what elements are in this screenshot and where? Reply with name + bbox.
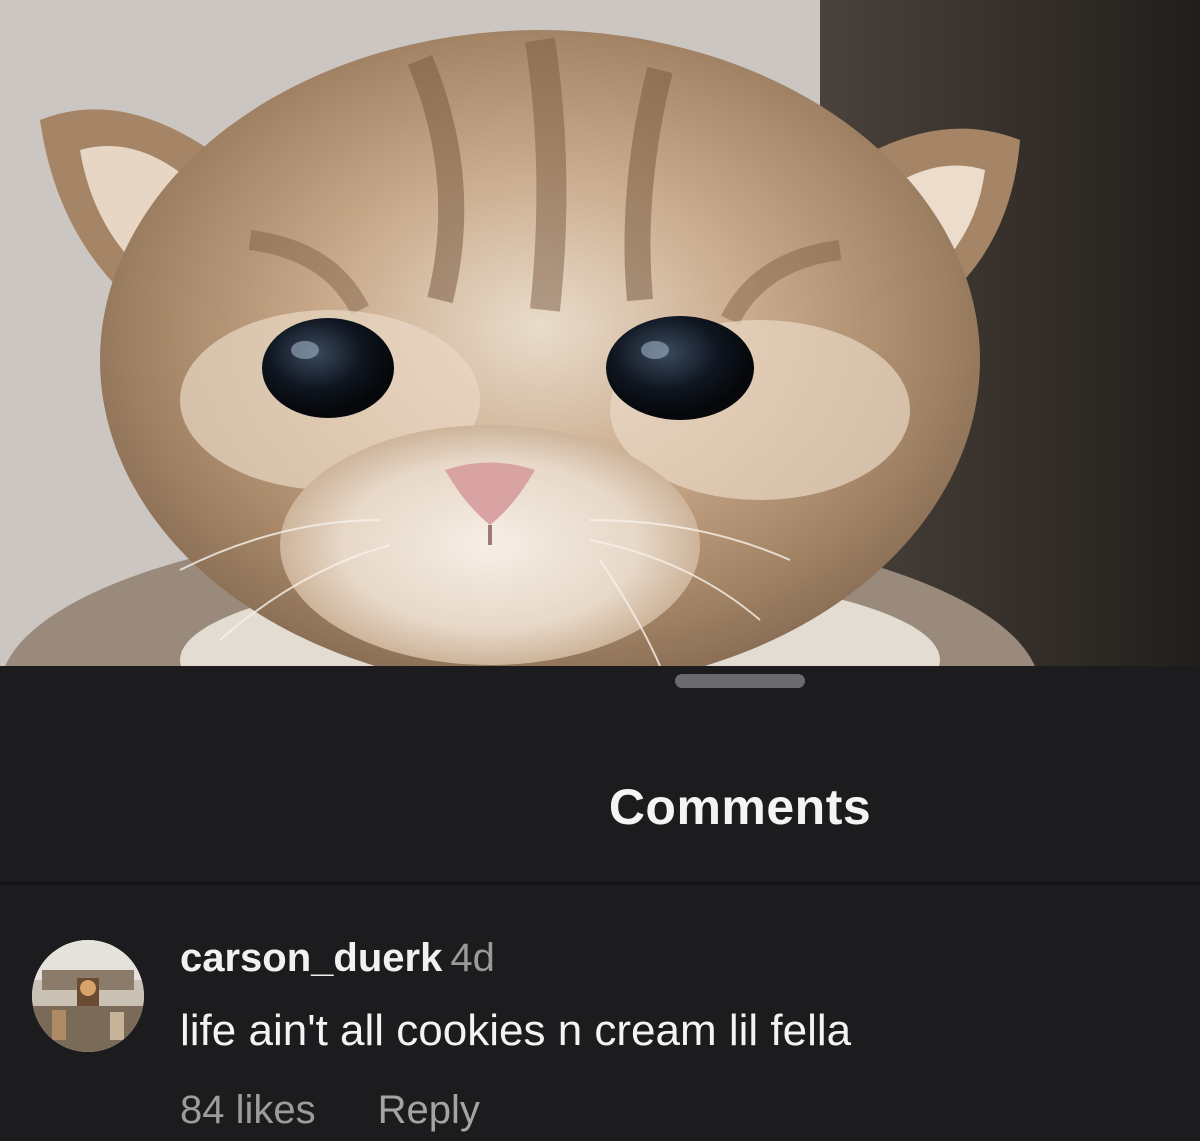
divider — [0, 882, 1200, 885]
comment-text: life ain't all cookies n cream lil fella — [180, 1006, 852, 1055]
comments-sheet: Comments carson_duerk 4d life ain't all c… — [0, 666, 1200, 1141]
comment-actions: 84 likes Reply — [180, 1088, 480, 1133]
sheet-drag-handle[interactable] — [675, 674, 805, 688]
comment-timestamp: 4d — [450, 936, 495, 980]
comments-title: Comments — [608, 779, 872, 835]
avatar[interactable] — [32, 940, 144, 1052]
reply-button[interactable]: Reply — [378, 1088, 480, 1133]
post-photo[interactable] — [0, 0, 1200, 666]
comment-likes-count[interactable]: 84 likes — [180, 1088, 316, 1133]
kitten-image — [0, 0, 1200, 666]
profile-photo-icon — [32, 940, 144, 1052]
comment-item: carson_duerk 4d life ain't all cookies n … — [0, 936, 1200, 1141]
comment-username[interactable]: carson_duerk — [180, 936, 442, 980]
comment-header: carson_duerk 4d — [180, 936, 495, 981]
